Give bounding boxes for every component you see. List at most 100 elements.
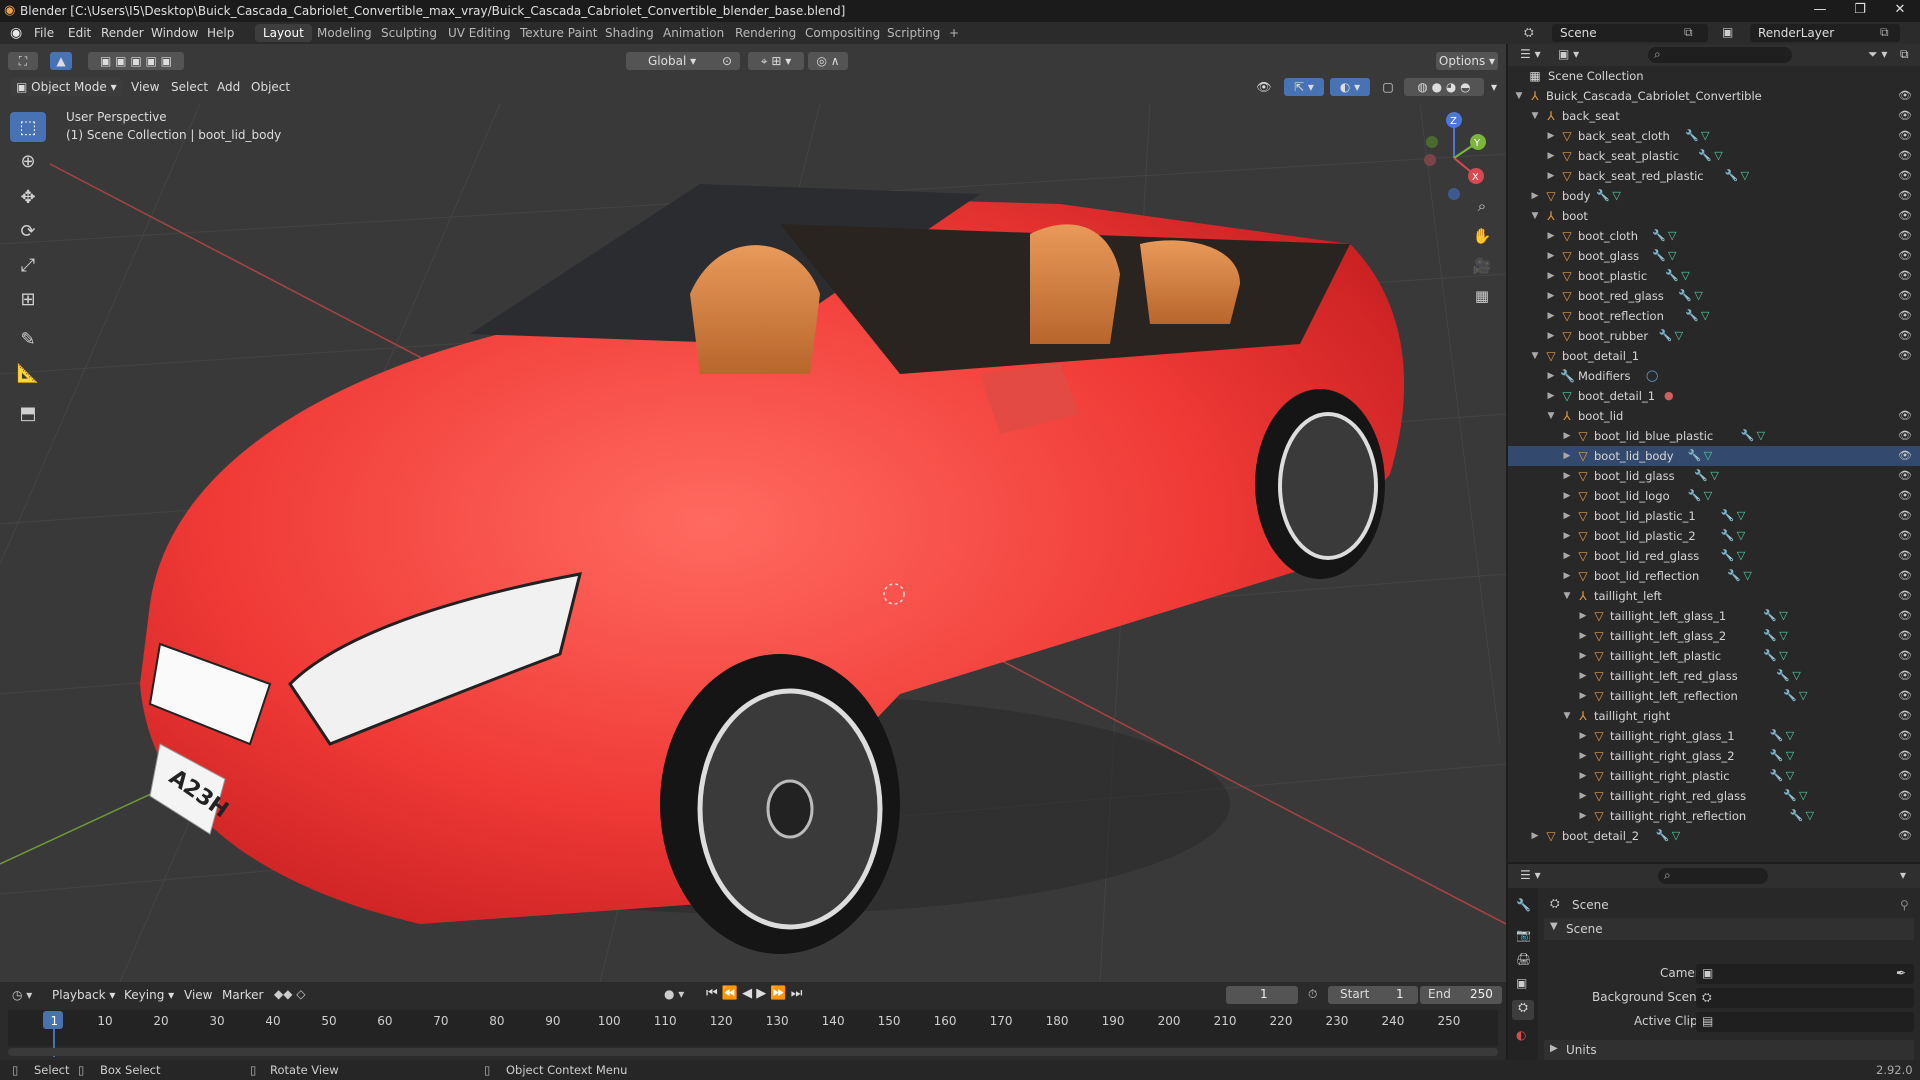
- modifier-icon[interactable]: 🔧: [1776, 666, 1790, 686]
- modifier-icon[interactable]: 🔧: [1665, 266, 1679, 286]
- modifier-icon[interactable]: 🔧: [1783, 786, 1797, 806]
- start-frame-field[interactable]: Start 1: [1328, 986, 1418, 1004]
- mesh-data-icon[interactable]: ▽: [1714, 146, 1722, 166]
- visibility-eye-icon[interactable]: 👁: [1898, 826, 1912, 846]
- mesh-data-icon[interactable]: ▽: [1694, 286, 1702, 306]
- chevron-right-icon[interactable]: ▶: [1546, 366, 1556, 386]
- outliner-row[interactable]: ▶ ▽ taillight_right_glass_2 🔧 ▽ 👁: [1508, 746, 1920, 766]
- visibility-eye-icon[interactable]: 👁: [1898, 526, 1912, 546]
- car-model[interactable]: A23H: [140, 184, 1405, 954]
- mesh-data-icon[interactable]: ▽: [1675, 326, 1683, 346]
- visibility-eye-icon[interactable]: 👁: [1898, 806, 1912, 826]
- mesh-data-icon[interactable]: ▽: [1701, 306, 1709, 326]
- visibility-eye-icon[interactable]: 👁: [1898, 506, 1912, 526]
- outliner-row[interactable]: ▶ ▽ taillight_right_glass_1 🔧 ▽ 👁: [1508, 726, 1920, 746]
- chevron-right-icon[interactable]: ▶: [1562, 526, 1572, 546]
- mesh-data-icon[interactable]: ▽: [1743, 566, 1751, 586]
- mesh-data-icon[interactable]: ▽: [1672, 826, 1680, 846]
- move-icon[interactable]: ✥: [10, 182, 46, 212]
- visibility-eye-icon[interactable]: 👁: [1898, 566, 1912, 586]
- display-mode-icon[interactable]: ▣ ▾: [1558, 47, 1579, 61]
- mesh-data-icon[interactable]: ▽: [1757, 426, 1765, 446]
- add-workspace-button[interactable]: +: [941, 24, 967, 42]
- close-button[interactable]: ✕: [1880, 2, 1920, 17]
- visibility-eye-icon[interactable]: 👁: [1898, 766, 1912, 786]
- chevron-right-icon[interactable]: ▶: [1546, 306, 1556, 326]
- render-tab-icon[interactable]: 📷: [1516, 928, 1531, 942]
- editor-type-icon[interactable]: ⛶: [8, 52, 38, 70]
- chevron-right-icon[interactable]: ▶: [1578, 666, 1588, 686]
- shading-dropdown-icon[interactable]: ▾: [1486, 78, 1502, 96]
- chevron-right-icon[interactable]: ▶: [1578, 626, 1588, 646]
- tab-texture-paint[interactable]: Texture Paint: [512, 24, 605, 42]
- modifier-icon[interactable]: 🔧: [1741, 426, 1755, 446]
- chevron-right-icon[interactable]: ▶: [1562, 466, 1572, 486]
- mesh-data-icon[interactable]: ▽: [1710, 466, 1718, 486]
- chevron-right-icon[interactable]: ▶: [1546, 386, 1556, 406]
- chevron-right-icon[interactable]: ▶: [1546, 146, 1556, 166]
- outliner-row[interactable]: ▼ ▽ boot_detail_1 👁: [1508, 346, 1920, 366]
- mesh-data-icon[interactable]: ▽: [1779, 606, 1787, 626]
- mesh-data-icon[interactable]: ▽: [1792, 666, 1800, 686]
- outliner-row[interactable]: ▶ ▽ boot_rubber 🔧 ▽ 👁: [1508, 326, 1920, 346]
- record-icon[interactable]: ● ▾: [664, 987, 684, 1001]
- modifier-icon[interactable]: 🔧: [1688, 486, 1702, 506]
- new-scene-icon[interactable]: ⧉: [1684, 25, 1693, 40]
- mesh-data-icon[interactable]: ▽: [1737, 546, 1745, 566]
- chevron-down-icon[interactable]: ▼: [1562, 706, 1572, 726]
- view-layer-icon[interactable]: ▣: [1722, 25, 1733, 39]
- chevron-right-icon[interactable]: ▶: [1546, 166, 1556, 186]
- properties-search-input[interactable]: ⌕: [1658, 868, 1768, 884]
- filter-icon[interactable]: ⏷ ▾: [1868, 47, 1887, 62]
- snap-icon[interactable]: ⌖ ⊞ ▾: [748, 52, 804, 70]
- overlays-toggle-icon[interactable]: ◐ ▾: [1330, 78, 1370, 96]
- chevron-down-icon[interactable]: ▼: [1530, 106, 1540, 126]
- visibility-eye-icon[interactable]: 👁: [1898, 466, 1912, 486]
- modifier-icon[interactable]: 🔧: [1721, 506, 1735, 526]
- outliner-row[interactable]: ▶ ▽ taillight_left_plastic 🔧 ▽ 👁: [1508, 646, 1920, 666]
- background-scene-field[interactable]: ⛭: [1696, 988, 1914, 1008]
- modifier-icon[interactable]: 🔧: [1727, 566, 1741, 586]
- mesh-data-icon[interactable]: ▽: [1737, 506, 1745, 526]
- mesh-data-icon[interactable]: ▽: [1704, 446, 1712, 466]
- outliner-row[interactable]: ▶ ▽ back_seat_plastic 🔧 ▽ 👁: [1508, 146, 1920, 166]
- menu-file[interactable]: File: [34, 26, 54, 40]
- chevron-right-icon[interactable]: ▶: [1546, 266, 1556, 286]
- outliner-row[interactable]: ▶ ▽ boot_lid_logo 🔧 ▽ 👁: [1508, 486, 1920, 506]
- menu-select[interactable]: Select: [171, 80, 208, 94]
- chevron-right-icon[interactable]: ▶: [1546, 246, 1556, 266]
- rotate-icon[interactable]: ⟳: [10, 216, 46, 246]
- tab-modeling[interactable]: Modeling: [309, 24, 380, 42]
- visibility-eye-icon[interactable]: 👁: [1898, 626, 1912, 646]
- mesh-data-icon[interactable]: ▽: [1799, 686, 1807, 706]
- chevron-down-icon[interactable]: ▼: [1514, 86, 1524, 106]
- modifier-icon[interactable]: 🔧: [1770, 766, 1784, 786]
- visibility-eye-icon[interactable]: 👁: [1898, 586, 1912, 606]
- visibility-eye-icon[interactable]: 👁: [1898, 206, 1912, 226]
- outliner-row[interactable]: ▶ ▽ taillight_left_red_glass 🔧 ▽ 👁: [1508, 666, 1920, 686]
- visibility-eye-icon[interactable]: 👁: [1898, 666, 1912, 686]
- chevron-right-icon[interactable]: ▶: [1562, 546, 1572, 566]
- tab-scripting[interactable]: Scripting: [879, 24, 948, 42]
- output-tab-icon[interactable]: 🖨: [1516, 952, 1531, 966]
- outliner-row[interactable]: ▶ ▽ body 🔧 ▽ 👁: [1508, 186, 1920, 206]
- visibility-eye-icon[interactable]: 👁: [1898, 646, 1912, 666]
- visibility-eye-icon[interactable]: 👁: [1898, 406, 1912, 426]
- units-panel-header[interactable]: ▶ Units: [1544, 1040, 1914, 1060]
- modifier-icon[interactable]: 🔧: [1656, 826, 1670, 846]
- new-collection-icon[interactable]: ⧉: [1900, 47, 1909, 62]
- outliner-row[interactable]: ▶ ▽ back_seat_red_plastic 🔧 ▽ 👁: [1508, 166, 1920, 186]
- preview-range-icon[interactable]: ⏱: [1308, 987, 1317, 1002]
- menu-object[interactable]: Object: [251, 80, 290, 94]
- camera-field[interactable]: ▣ ✒: [1696, 964, 1914, 984]
- chevron-right-icon[interactable]: ▶: [1578, 686, 1588, 706]
- outliner-row[interactable]: ▶ ▽ taillight_left_glass_1 🔧 ▽ 👁: [1508, 606, 1920, 626]
- modifier-icon[interactable]: 🔧: [1763, 626, 1777, 646]
- modifier-icon[interactable]: 🔧: [1659, 326, 1673, 346]
- visibility-icon[interactable]: 👁: [1250, 78, 1278, 96]
- chevron-right-icon[interactable]: ▶: [1530, 186, 1540, 206]
- select-mode-icon[interactable]: ▲: [50, 52, 72, 70]
- scene-field[interactable]: Scene ⧉: [1552, 24, 1708, 42]
- mesh-data-icon[interactable]: ▽: [1668, 246, 1676, 266]
- chevron-down-icon[interactable]: ▼: [1530, 346, 1540, 366]
